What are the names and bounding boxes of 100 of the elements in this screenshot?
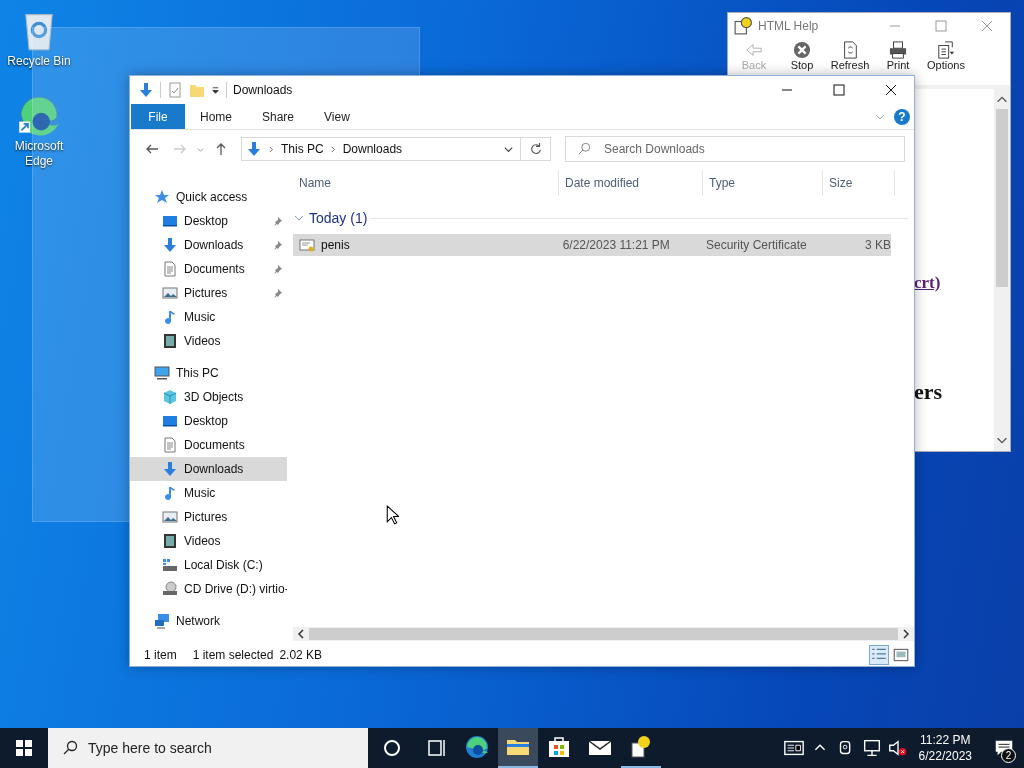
file-menu-button[interactable]: File bbox=[131, 104, 185, 129]
toolbar-button[interactable]: Refresh bbox=[830, 39, 870, 72]
nav-item[interactable]: This PC bbox=[130, 361, 287, 385]
download-arrow-icon bbox=[246, 141, 262, 157]
selection-info: 1 item selected bbox=[192, 648, 274, 662]
disc-drive-icon bbox=[162, 581, 178, 597]
table-cell-text: 3 KB bbox=[864, 238, 891, 252]
download-arrow-icon[interactable] bbox=[138, 82, 154, 98]
toolbar-button[interactable]: Options bbox=[926, 39, 966, 72]
help-heading: ers bbox=[914, 379, 943, 405]
breadcrumb[interactable]: Downloads bbox=[342, 142, 403, 156]
muted-speaker-icon[interactable] bbox=[886, 737, 909, 759]
scroll-thumb[interactable] bbox=[996, 109, 1008, 287]
download-arrow-icon bbox=[162, 237, 178, 253]
notification-button[interactable]: 2 bbox=[984, 728, 1024, 768]
help-link[interactable]: crt) bbox=[914, 273, 941, 293]
column-header[interactable]: Date modified bbox=[559, 170, 703, 196]
back-arrow-icon bbox=[745, 41, 763, 59]
cube-icon bbox=[162, 389, 178, 405]
star-icon bbox=[154, 189, 170, 205]
search-field[interactable]: Search Downloads bbox=[565, 136, 905, 162]
nav-item[interactable]: Quick access bbox=[130, 185, 287, 209]
nav-item[interactable]: Videos bbox=[130, 529, 287, 553]
scroll-thumb[interactable] bbox=[309, 628, 898, 640]
help-document-icon bbox=[629, 735, 653, 759]
refresh-icon bbox=[528, 142, 543, 156]
item-count: 1 item bbox=[144, 648, 177, 662]
file-row[interactable]: penis 6/22/2023 11:21 PM Security Certificate 3 KB bbox=[293, 234, 891, 256]
music-note-icon bbox=[162, 309, 178, 325]
help-button[interactable]: ? bbox=[894, 108, 910, 125]
scroll-left-icon[interactable] bbox=[295, 628, 307, 640]
large-icons-view-icon[interactable] bbox=[892, 646, 910, 664]
window-title: HTML Help bbox=[758, 19, 819, 33]
nav-item[interactable]: Desktop bbox=[130, 209, 287, 233]
pin-icon bbox=[273, 264, 283, 274]
shopping-bag-icon bbox=[547, 735, 571, 759]
refresh-button[interactable] bbox=[521, 137, 551, 161]
ribbon-tab[interactable]: Share bbox=[247, 104, 310, 129]
details-view-icon[interactable] bbox=[870, 646, 888, 664]
monitor-icon bbox=[162, 213, 178, 229]
clock-date[interactable]: 6/22/2023 bbox=[918, 748, 972, 764]
nav-item[interactable]: Music bbox=[130, 305, 287, 329]
swirl-logo-icon bbox=[465, 735, 489, 759]
file-name: penis bbox=[321, 238, 350, 252]
document-icon bbox=[162, 261, 178, 277]
drive-icon bbox=[162, 557, 178, 573]
certificate-icon bbox=[299, 237, 315, 253]
window-title: Downloads bbox=[233, 83, 293, 97]
chevron-right-icon[interactable] bbox=[268, 144, 275, 154]
horizontal-scrollbar[interactable] bbox=[293, 627, 914, 641]
ribbon-tab[interactable]: Home bbox=[185, 104, 247, 129]
monitor-icon bbox=[162, 413, 178, 429]
group-header[interactable]: Today (1) bbox=[309, 210, 368, 226]
download-arrow-icon bbox=[162, 461, 178, 477]
help-document-icon bbox=[734, 17, 752, 35]
nav-item[interactable]: Pictures bbox=[130, 281, 287, 305]
caret-icon[interactable] bbox=[211, 85, 220, 95]
nav-item[interactable]: Downloads bbox=[130, 233, 287, 257]
pin-icon bbox=[273, 240, 283, 250]
film-icon bbox=[162, 533, 178, 549]
nav-item[interactable]: Music bbox=[130, 481, 287, 505]
table-cell-text: 6/22/2023 11:21 PM bbox=[561, 238, 671, 252]
search-icon bbox=[577, 142, 591, 156]
computer-icon bbox=[154, 365, 170, 381]
nav-item[interactable]: Desktop bbox=[130, 409, 287, 433]
column-header[interactable]: Name bbox=[293, 170, 559, 196]
column-header[interactable]: Type bbox=[703, 170, 823, 196]
nav-item[interactable]: 3D Objects bbox=[130, 385, 287, 409]
taskbar-app[interactable] bbox=[498, 728, 538, 768]
nav-item[interactable]: Videos bbox=[130, 329, 287, 353]
breadcrumb[interactable]: This PC bbox=[281, 142, 324, 156]
document-icon bbox=[162, 437, 178, 453]
column-header[interactable]: Size bbox=[823, 170, 895, 196]
nav-item[interactable]: Pictures bbox=[130, 505, 287, 529]
toolbar-button[interactable]: Stop bbox=[782, 39, 822, 72]
picture-icon bbox=[162, 285, 178, 301]
toolbar-button[interactable]: Print bbox=[878, 39, 918, 72]
clock-time[interactable]: 11:22 PM bbox=[920, 732, 971, 748]
search-field[interactable]: Type here to search bbox=[48, 728, 368, 768]
nav-item[interactable]: Network bbox=[130, 609, 287, 633]
scroll-right-icon[interactable] bbox=[900, 628, 912, 640]
chevron-right-icon[interactable] bbox=[329, 144, 337, 154]
nav-item[interactable]: Documents bbox=[130, 257, 287, 281]
mouse-cursor-icon bbox=[386, 505, 399, 526]
picture-icon bbox=[162, 509, 178, 525]
vertical-scrollbar[interactable] bbox=[994, 89, 1010, 451]
checked-document-icon[interactable] bbox=[167, 82, 183, 98]
network-icon bbox=[154, 613, 170, 629]
nav-item[interactable]: Documents bbox=[130, 433, 287, 457]
search-icon bbox=[62, 740, 78, 756]
music-note-icon bbox=[162, 485, 178, 501]
desktop-shortcut[interactable]: Recycle Bin bbox=[4, 8, 74, 69]
table-cell-text: Security Certificate bbox=[704, 238, 808, 252]
nav-item[interactable]: Downloads bbox=[130, 457, 287, 481]
notification-count: 2 bbox=[1001, 748, 1016, 763]
swirl-logo-icon bbox=[17, 93, 61, 137]
ribbon-tab[interactable]: View bbox=[309, 104, 365, 129]
address-bar[interactable]: This PC Downloads bbox=[241, 137, 521, 161]
pin-icon bbox=[273, 216, 283, 226]
nav-item[interactable]: Local Disk (C:) bbox=[130, 553, 287, 577]
